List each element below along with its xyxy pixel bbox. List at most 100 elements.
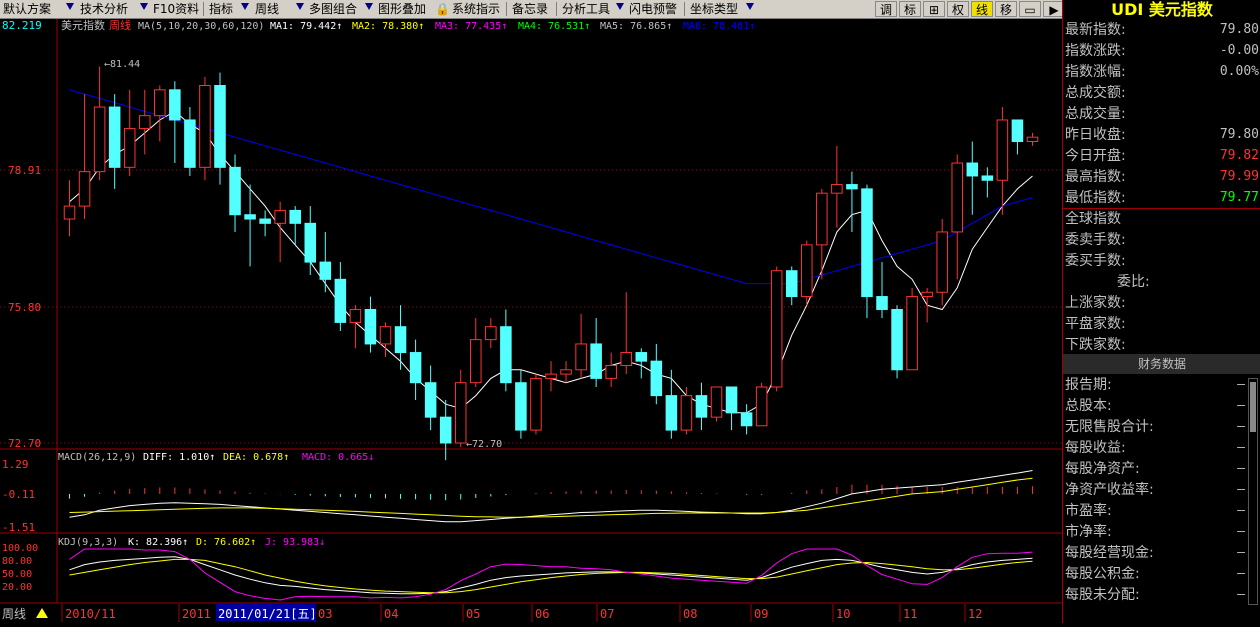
time-tick-label: 04 — [384, 607, 398, 621]
market-row: 委卖手数: — [1065, 230, 1259, 250]
candle-body — [1026, 136, 1039, 142]
line-button[interactable]: 线 — [971, 1, 993, 17]
candle-body — [725, 386, 738, 414]
window-icon[interactable]: ▭ — [1019, 1, 1041, 17]
candle-body — [951, 162, 964, 233]
market-label: 全球指数 — [1065, 211, 1121, 227]
chevron-down-icon[interactable] — [66, 3, 74, 10]
quote-row: 指数涨跌: -0.00 — [1065, 41, 1259, 61]
finance-row: 每股收益: — — [1065, 438, 1245, 458]
quote-value: 79.99 — [1219, 169, 1259, 184]
period-menu[interactable]: 周线 — [252, 0, 282, 18]
time-tick-label: 2010/11 — [65, 607, 116, 621]
finance-header[interactable]: 财务数据 — [1063, 354, 1260, 374]
market-label: 上涨家数: — [1065, 295, 1126, 311]
memo-menu[interactable]: 备忘录 — [509, 0, 551, 18]
finance-label: 报告期: — [1065, 377, 1112, 393]
market-row: 上涨家数: — [1065, 293, 1259, 313]
quote-label: 昨日收盘: — [1065, 127, 1126, 143]
chevron-down-icon[interactable] — [616, 3, 624, 10]
scrollbar-thumb[interactable] — [1250, 382, 1256, 432]
finance-label: 市盈率: — [1065, 503, 1112, 519]
default-scheme-menu[interactable]: 默认方案 — [0, 0, 54, 18]
time-tick-label: 03 — [318, 607, 332, 621]
macd-axis-label: -1.51 — [2, 521, 35, 534]
finance-scrollbar[interactable] — [1248, 378, 1258, 605]
market-row: 下跌家数: — [1065, 335, 1259, 355]
finance-label: 总股本: — [1065, 398, 1112, 414]
move-button[interactable]: 移 — [995, 1, 1017, 17]
chart-period: 周线 — [109, 19, 131, 32]
time-tick-label: 10 — [836, 607, 850, 621]
candle-body — [605, 364, 617, 379]
finance-row: 每股未分配: — — [1065, 585, 1245, 605]
toolbar-divider — [506, 2, 507, 16]
technical-analysis-menu[interactable]: 技术分析 — [77, 0, 131, 18]
finance-value: — — [1237, 440, 1245, 455]
candle-body — [966, 162, 979, 177]
multi-chart-menu[interactable]: 多图组合 — [306, 0, 360, 18]
flash-alert-menu[interactable]: 闪电预警 — [626, 0, 680, 18]
quote-row: 总成交量: — [1065, 104, 1259, 124]
f10-data-menu[interactable]: F10资料 — [150, 0, 202, 18]
instrument-title: UDI 美元指数 — [1111, 0, 1213, 19]
chevron-down-icon[interactable] — [296, 3, 304, 10]
candle-body — [379, 326, 392, 345]
quote-row: 最高指数: 79.99 — [1065, 167, 1259, 187]
coordinate-type-menu[interactable]: 坐标类型 — [687, 0, 741, 18]
kdj-j-legend: J: 93.983↓ — [265, 537, 325, 548]
kdj-d-legend: D: 76.602↑ — [196, 537, 256, 548]
candle-body — [289, 209, 301, 224]
toolbar-divider — [556, 2, 557, 16]
time-tick-label: 12 — [968, 607, 982, 621]
candle-body — [319, 261, 332, 280]
chevron-down-icon[interactable] — [365, 3, 373, 10]
quote-label: 最低指数: — [1065, 190, 1126, 206]
analysis-tools-menu[interactable]: 分析工具 — [559, 0, 613, 18]
market-label: 委买手数: — [1065, 253, 1126, 269]
finance-value: — — [1237, 587, 1245, 602]
finance-value: — — [1237, 566, 1245, 581]
candle-body — [259, 218, 271, 224]
overlay-menu[interactable]: 图形叠加 — [375, 0, 429, 18]
candle-body — [1011, 119, 1024, 142]
candle-body — [936, 231, 948, 293]
market-label: 委比: — [1117, 274, 1150, 290]
finance-value: — — [1237, 419, 1245, 434]
chevron-down-icon[interactable] — [140, 3, 148, 10]
quote-row: 指数涨幅: 0.00% — [1065, 62, 1259, 82]
ma5-legend: MA5: 76.865↑ — [600, 21, 672, 32]
kdj-k-legend: K: 82.396↑ — [128, 537, 188, 548]
candle-body — [620, 352, 632, 366]
quote-value: 79.82 — [1219, 148, 1259, 163]
right-info-panel: UDI 美元指数 最新指数: 79.80 指数涨跌: -0.00 指数涨幅: 0.00% 总… — [1062, 0, 1260, 623]
rights-button[interactable]: 权 — [947, 1, 969, 17]
market-label: 委卖手数: — [1065, 232, 1126, 248]
chevron-down-icon[interactable] — [241, 3, 249, 10]
market-label: 下跌家数: — [1065, 337, 1126, 353]
finance-row: 每股经营现金: — — [1065, 543, 1245, 563]
finance-label: 每股经营现金: — [1065, 545, 1154, 561]
system-signal-menu[interactable]: 系统指示 — [449, 0, 503, 18]
finance-row: 每股净资产: — — [1065, 459, 1245, 479]
period-badge[interactable]: 周线 — [2, 607, 26, 621]
candle-body — [560, 369, 572, 375]
quote-label: 总成交额: — [1065, 85, 1126, 101]
adjust-button[interactable]: 调 — [875, 1, 897, 17]
chevron-down-icon[interactable] — [746, 3, 754, 10]
indicator-menu[interactable]: 指标 — [206, 0, 236, 18]
candle-body — [349, 308, 362, 323]
chart-area[interactable]: 82.219 美元指数 周线 MA(5,10,20,30,60,120) MA1… — [0, 18, 1062, 623]
candle-body — [138, 115, 151, 130]
finance-label: 无限售股合计: — [1065, 419, 1154, 435]
candle-body — [274, 209, 286, 224]
ma3-legend: MA3: 77.435↑ — [435, 21, 507, 32]
quote-value: 0.00% — [1219, 64, 1259, 79]
candle-body — [846, 184, 858, 190]
grid-icon[interactable]: ⊞ — [923, 1, 945, 17]
mark-button[interactable]: 标 — [899, 1, 921, 17]
candle-body — [635, 352, 648, 362]
candle-body — [500, 326, 512, 384]
ma-params: MA(5,10,20,30,60,120) — [138, 21, 264, 32]
quote-row: 最新指数: 79.80 — [1065, 20, 1259, 40]
